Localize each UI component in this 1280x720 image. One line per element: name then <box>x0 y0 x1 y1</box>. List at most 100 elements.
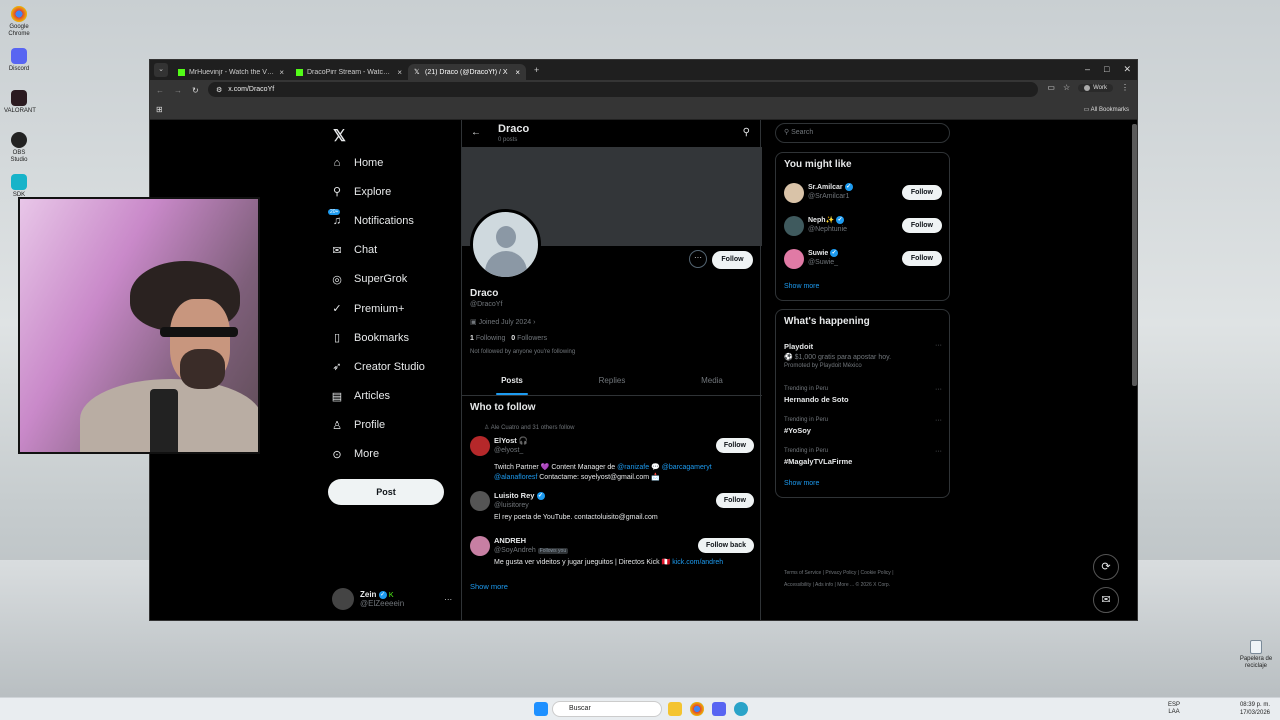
file-explorer-icon[interactable] <box>668 702 682 716</box>
following-link[interactable]: 1 Following <box>470 335 505 342</box>
suggested-user[interactable]: ElYost 🎧 @elyost_ Twitch Partner 💜 Conte… <box>470 436 754 481</box>
nav-home[interactable]: ⌂ Home <box>330 148 425 177</box>
menu-icon[interactable]: ⋮ <box>1121 83 1129 92</box>
who-to-follow-show-more[interactable]: Show more <box>470 582 508 591</box>
tab-replies[interactable]: Replies <box>562 368 662 395</box>
star-icon[interactable]: ☆ <box>1063 83 1070 92</box>
suggested-user[interactable]: Neph✨ ✓ @Nephtunie Follow <box>784 216 942 238</box>
close-tab-icon[interactable]: × <box>515 68 520 77</box>
url-field[interactable]: ⚙ x.com/DracoYf <box>208 82 1038 97</box>
nav-supergrok[interactable]: ◎ SuperGrok <box>330 265 425 294</box>
search-input[interactable]: ⚲ Search <box>775 123 950 143</box>
browser-tab-active[interactable]: 𝕏 (21) Draco (@DracoYf) / X × <box>408 64 526 80</box>
profile-more-icon[interactable]: ··· <box>689 250 707 268</box>
bio-link[interactable]: @alanafloresf <box>494 474 537 481</box>
tab-search-icon[interactable]: ⌄ <box>154 63 168 77</box>
follow-button[interactable]: Follow <box>712 251 753 269</box>
nav-articles[interactable]: ▤ Articles <box>330 382 425 411</box>
post-button[interactable]: Post <box>328 479 444 505</box>
tab-posts[interactable]: Posts <box>462 368 562 395</box>
browser-tab[interactable]: MrHuevinjr - Watch the VOD ... × <box>172 64 290 80</box>
messages-fab-icon[interactable]: ✉ <box>1093 587 1119 613</box>
desktop-icon-obs[interactable]: OBS Studio <box>4 132 34 164</box>
back-icon[interactable]: ← <box>156 86 164 95</box>
trend-more-icon[interactable]: ··· <box>935 417 942 424</box>
desktop-icon-sdk[interactable]: SDK <box>4 174 34 199</box>
suggested-user[interactable]: Suwie ✓ @Suwie_ Follow <box>784 249 942 271</box>
close-window-icon[interactable]: ✕ <box>1123 64 1131 75</box>
tab-media[interactable]: Media <box>662 368 762 395</box>
whats-happening-show-more[interactable]: Show more <box>784 480 819 487</box>
site-info-icon[interactable]: ⚙ <box>216 86 222 94</box>
you-might-like-show-more[interactable]: Show more <box>784 283 819 290</box>
nav-explore[interactable]: ⚲ Explore <box>330 177 425 206</box>
footer-link[interactable]: Cookie Policy <box>861 570 891 576</box>
nav-notifications[interactable]: ♫ 20+ Notifications <box>328 206 425 235</box>
profile-chip[interactable]: Work <box>1078 83 1113 92</box>
account-switcher[interactable]: Zein ✓ K @ElZeeeein ··· <box>332 588 452 610</box>
nav-chat[interactable]: ✉ Chat <box>330 236 425 265</box>
app-icon[interactable] <box>734 702 748 716</box>
desktop-icon-chrome[interactable]: Google Chrome <box>4 6 34 38</box>
desktop-icon-discord[interactable]: Discord <box>4 48 34 73</box>
suggested-user[interactable]: Luisito Rey ✓ @luisitorey El rey poeta d… <box>470 491 754 521</box>
bio-link[interactable]: @ranizafe <box>617 464 649 471</box>
trend-more-icon[interactable]: ··· <box>935 448 942 455</box>
recycle-bin-icon[interactable]: Papelera de reciclaje <box>1238 640 1274 670</box>
promoted-trend[interactable]: Playdoit ⚽ $1,000 gratis para apostar ho… <box>784 342 942 369</box>
footer-link[interactable]: Ads info <box>815 582 833 588</box>
windows-start-icon[interactable] <box>534 702 548 716</box>
trend-item[interactable]: Trending in Peru #YoSoy ··· <box>784 417 942 435</box>
reload-icon[interactable]: ↻ <box>192 86 199 95</box>
grok-fab-icon[interactable]: ⟳ <box>1093 554 1119 580</box>
close-tab-icon[interactable]: × <box>279 68 284 77</box>
footer-link[interactable]: More ... <box>837 582 854 588</box>
profile-avatar[interactable] <box>470 209 541 280</box>
footer-link[interactable]: Privacy Policy <box>825 570 856 576</box>
apps-grid-icon[interactable]: ⊞ <box>156 105 163 114</box>
chrome-icon[interactable] <box>690 702 704 716</box>
new-tab-icon[interactable]: + <box>534 65 539 75</box>
discord-icon[interactable] <box>712 702 726 716</box>
nav-bookmarks[interactable]: ▯ Bookmarks <box>330 323 425 352</box>
taskbar-search[interactable]: Buscar <box>552 701 662 717</box>
desktop-icon-valorant[interactable]: VALORANT <box>4 90 36 115</box>
close-tab-icon[interactable]: × <box>397 68 402 77</box>
nav-premium[interactable]: ✓ Premium+ <box>330 294 425 323</box>
search-icon[interactable]: ⚲ <box>743 127 750 138</box>
follow-back-button[interactable]: Follow back <box>697 538 754 553</box>
language-indicator[interactable]: ESP LAA <box>1168 702 1180 716</box>
clock-time[interactable]: 08:39 p. m. <box>1240 701 1270 709</box>
follow-button[interactable]: Follow <box>901 185 942 200</box>
browser-tab[interactable]: DracoPirr Stream - Watch Li... × <box>290 64 408 80</box>
user-bio: El rey poeta de YouTube. contactoluisito… <box>494 514 658 521</box>
follow-button[interactable]: Follow <box>901 218 942 233</box>
forward-icon[interactable]: → <box>174 86 182 95</box>
minimize-icon[interactable]: – <box>1085 64 1090 75</box>
install-icon[interactable]: ▭ <box>1047 83 1055 92</box>
nav-creator-studio[interactable]: ➶ Creator Studio <box>330 352 425 381</box>
bio-link[interactable]: kick.com/andreh <box>672 559 723 566</box>
suggested-user[interactable]: ANDREH @SoyAndreh Follows you Me gusta v… <box>470 536 754 568</box>
clock-date[interactable]: 17/03/2026 <box>1240 709 1270 717</box>
footer-link[interactable]: Terms of Service <box>784 570 821 576</box>
nav-more[interactable]: ⊙ More <box>330 440 425 469</box>
trend-more-icon[interactable]: ··· <box>935 386 942 393</box>
follow-button[interactable]: Follow <box>715 438 754 453</box>
account-more-icon[interactable]: ··· <box>444 595 452 604</box>
suggested-user[interactable]: Sr.Amilcar ✓ @SrAmilcar1 Follow <box>784 183 942 205</box>
all-bookmarks-button[interactable]: ▭ All Bookmarks <box>1084 106 1129 113</box>
follow-button[interactable]: Follow <box>715 493 754 508</box>
bio-link[interactable]: @barcagameryt <box>662 464 712 471</box>
nav-profile[interactable]: ♙ Profile <box>330 411 425 440</box>
trend-item[interactable]: Trending in Peru #MagalyTVLaFirme ··· <box>784 448 942 466</box>
trend-more-icon[interactable]: ··· <box>935 342 942 349</box>
followers-link[interactable]: 0 Followers <box>511 335 547 342</box>
follow-button[interactable]: Follow <box>901 251 942 266</box>
page-scrollbar[interactable] <box>1132 124 1137 386</box>
x-logo-icon[interactable]: 𝕏 <box>333 126 346 146</box>
footer-link[interactable]: Accessibility <box>784 582 811 588</box>
maximize-icon[interactable]: □ <box>1104 64 1109 75</box>
trend-item[interactable]: Trending in Peru Hernando de Soto ··· <box>784 386 942 404</box>
back-arrow-icon[interactable]: ← <box>471 127 481 138</box>
